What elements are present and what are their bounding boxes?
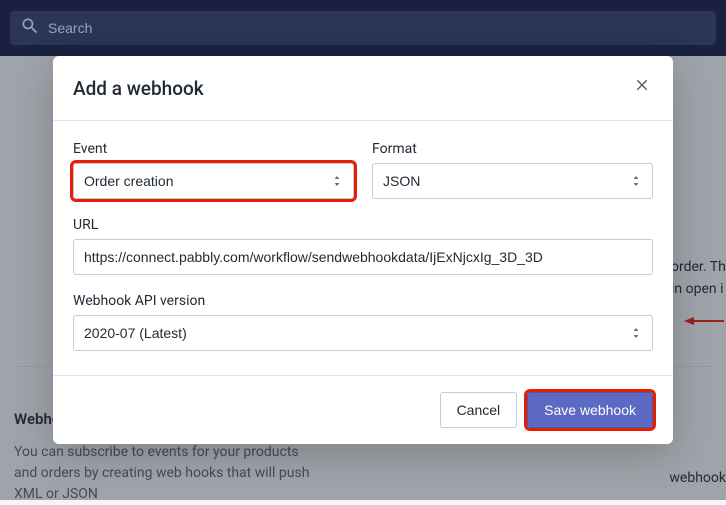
event-select[interactable]: Order creation <box>73 163 354 199</box>
url-label: URL <box>73 217 653 233</box>
search-input[interactable] <box>48 20 706 36</box>
search-box[interactable] <box>10 11 716 45</box>
add-webhook-modal: Add a webhook Event Order creation <box>53 56 673 444</box>
api-version-select[interactable]: 2020-07 (Latest) <box>73 315 653 351</box>
save-webhook-button[interactable]: Save webhook <box>527 392 653 428</box>
close-button[interactable] <box>631 74 653 102</box>
modal-header: Add a webhook <box>53 56 673 121</box>
format-select[interactable]: JSON <box>372 163 653 199</box>
modal-title: Add a webhook <box>73 77 204 100</box>
url-input[interactable] <box>73 239 653 275</box>
api-version-label: Webhook API version <box>73 293 653 309</box>
close-icon <box>633 77 651 99</box>
cancel-button[interactable]: Cancel <box>440 392 518 428</box>
format-label: Format <box>372 141 653 157</box>
modal-overlay: Add a webhook Event Order creation <box>0 56 726 500</box>
event-label: Event <box>73 141 354 157</box>
top-bar <box>0 0 726 56</box>
modal-footer: Cancel Save webhook <box>53 375 673 444</box>
search-icon <box>20 16 40 40</box>
